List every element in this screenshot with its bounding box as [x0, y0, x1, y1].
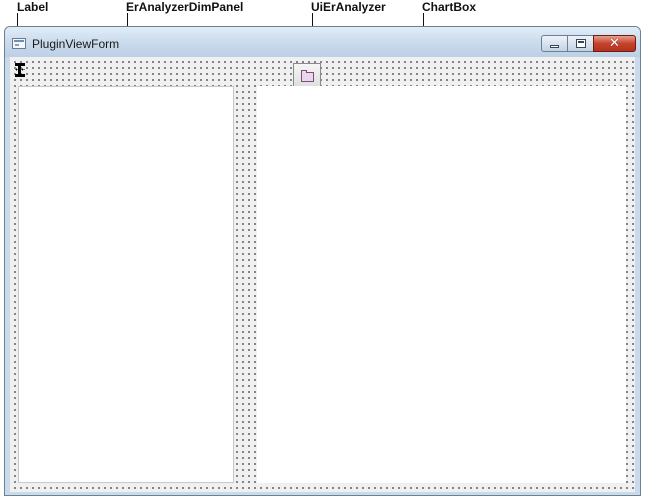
callout-dim-panel: ErAnalyzerDimPanel — [126, 0, 244, 14]
callout-label: Label — [17, 0, 49, 14]
maximize-icon — [576, 39, 586, 48]
close-icon: ✕ — [609, 36, 620, 51]
minimize-button[interactable] — [541, 35, 567, 52]
form-client-area[interactable] — [10, 57, 635, 492]
callout-chart-box: ChartBox — [422, 0, 477, 14]
label-control[interactable] — [15, 63, 25, 77]
window-controls: ✕ — [541, 35, 636, 52]
folder-icon — [301, 70, 314, 82]
plugin-view-form-window: PluginViewForm ✕ — [4, 26, 641, 496]
chart-box[interactable] — [257, 86, 626, 483]
window-title: PluginViewForm — [32, 37, 120, 51]
label-control-dots — [15, 68, 25, 71]
maximize-button[interactable] — [567, 35, 593, 52]
form-icon — [12, 38, 26, 49]
label-control-base — [15, 74, 25, 77]
er-analyzer-dim-panel[interactable] — [18, 86, 234, 483]
minimize-icon — [550, 45, 559, 48]
close-button[interactable]: ✕ — [593, 35, 636, 52]
title-bar[interactable]: PluginViewForm ✕ — [5, 27, 640, 57]
callout-analyzer: UiErAnalyzer — [311, 0, 386, 14]
